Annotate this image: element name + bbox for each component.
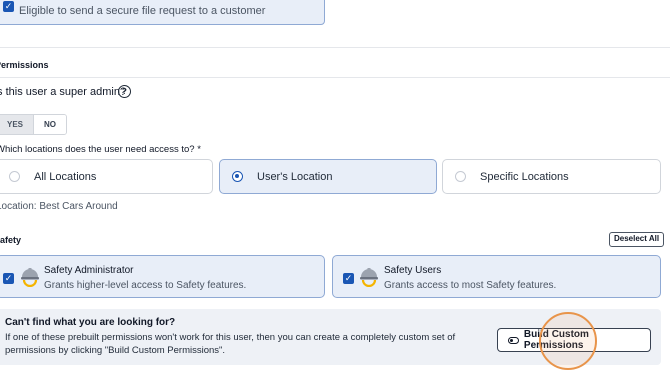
locations-question: Which locations does the user need acces… <box>0 144 201 155</box>
custom-body-line: If one of these prebuilt permissions won… <box>5 332 456 343</box>
safety-administrator-description: Grants higher-level access to Safety fea… <box>44 280 247 291</box>
custom-permissions-body: If one of these prebuilt permissions won… <box>5 331 495 357</box>
custom-body-line: permissions by clicking "Build Custom Pe… <box>5 345 226 356</box>
custom-permissions-title: Can't find what you are looking for? <box>5 317 176 328</box>
no-button[interactable]: NO <box>33 115 67 134</box>
safety-users-card[interactable]: ✓ Safety Users Grants access to most Saf… <box>332 255 661 298</box>
checkbox-checked-icon[interactable]: ✓ <box>3 1 14 12</box>
hard-hat-icon <box>21 268 39 287</box>
file-request-description: Eligible to send a secure file request t… <box>19 5 266 17</box>
super-admin-toggle: YES NO <box>0 114 68 135</box>
build-custom-permissions-label: Build Custom Permissions <box>523 329 589 351</box>
safety-users-description: Grants access to most Safety features. <box>384 280 557 291</box>
divider <box>0 47 670 48</box>
safety-administrator-card[interactable]: ✓ Safety Administrator Grants higher-lev… <box>0 255 325 298</box>
hard-hat-icon <box>360 268 378 287</box>
location-text: Location: Best Cars Around <box>0 201 118 212</box>
checkbox-checked-icon[interactable]: ✓ <box>343 273 354 284</box>
yes-button[interactable]: YES <box>0 115 34 134</box>
safety-users-title: Safety Users <box>384 265 442 276</box>
toggle-icon <box>508 336 519 344</box>
help-icon[interactable]: ? <box>118 85 131 98</box>
location-option-label: User's Location <box>257 171 333 183</box>
file-request-permission-card[interactable]: ✓ Eligible to send a secure file request… <box>0 0 325 25</box>
safety-section-title: Safety <box>0 235 22 245</box>
permissions-section-title: Permissions <box>0 60 49 70</box>
checkbox-checked-icon[interactable]: ✓ <box>3 273 14 284</box>
location-option-all[interactable]: All Locations <box>0 159 213 194</box>
deselect-all-button[interactable]: Deselect All <box>609 232 665 247</box>
super-admin-question: Is this user a super admin? <box>0 86 127 98</box>
radio-unselected-icon[interactable] <box>455 171 466 182</box>
location-option-label: Specific Locations <box>480 171 569 183</box>
build-custom-permissions-button[interactable]: Build Custom Permissions <box>497 328 651 352</box>
location-option-label: All Locations <box>34 171 97 183</box>
safety-administrator-title: Safety Administrator <box>44 265 134 276</box>
radio-selected-icon[interactable] <box>232 171 243 182</box>
location-option-specific[interactable]: Specific Locations <box>442 159 661 194</box>
radio-unselected-icon[interactable] <box>9 171 20 182</box>
location-option-users-location[interactable]: User's Location <box>219 159 437 194</box>
divider <box>0 77 670 78</box>
